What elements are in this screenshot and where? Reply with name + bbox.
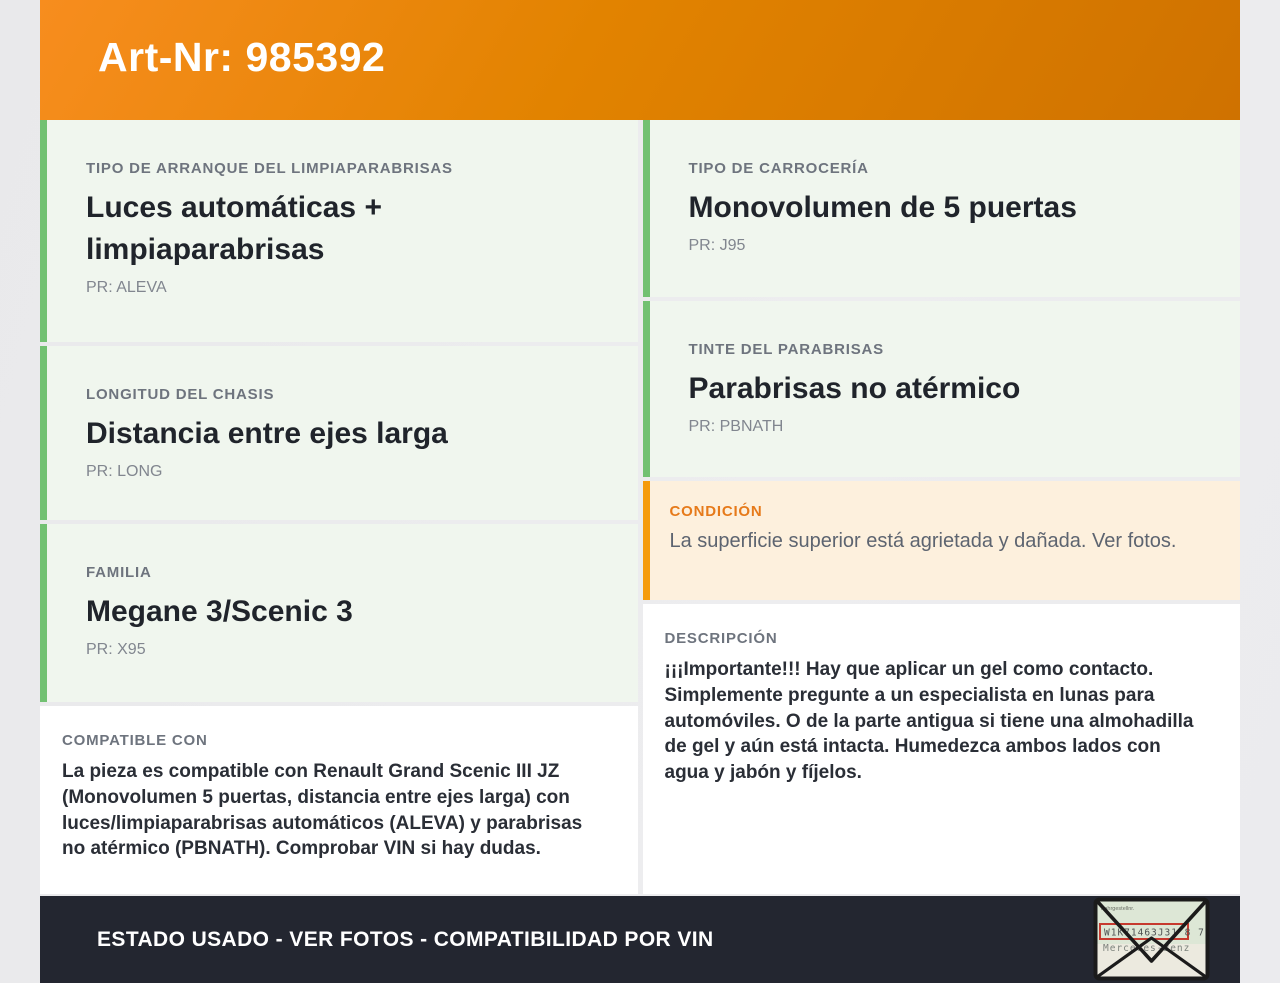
header-banner: Art-Nr: 985392 <box>40 0 1240 120</box>
attribute-card-chassis-length: LONGITUD DEL CHASIS Distancia entre ejes… <box>40 346 638 520</box>
description-label: DESCRIPCIÓN <box>664 630 778 647</box>
footer-slogan: ESTADO USADO - VER FOTOS - COMPATIBILIDA… <box>97 927 714 951</box>
attribute-value: Distancia entre ejes larga <box>86 417 448 450</box>
compatible-label: COMPATIBLE CON <box>62 732 208 749</box>
footer-bar: ESTADO USADO - VER FOTOS - COMPATIBILIDA… <box>40 896 1240 983</box>
attribute-value: Megane 3/Scenic 3 <box>86 595 353 628</box>
attribute-card-family: FAMILIA Megane 3/Scenic 3 PR: X95 <box>40 524 638 702</box>
attribute-label: TIPO DE ARRANQUE DEL LIMPIAPARABRISAS <box>86 160 453 177</box>
right-column: TIPO DE CARROCERÍA Monovolumen de 5 puer… <box>642 120 1240 894</box>
description-card: DESCRIPCIÓN ¡¡¡Importante!!! Hay que apl… <box>642 604 1240 894</box>
attribute-pr-code: PR: ALEVA <box>86 279 167 296</box>
attribute-pr-code: PR: PBNATH <box>688 418 784 435</box>
listing-page: Art-Nr: 985392 TIPO DE ARRANQUE DEL LIMP… <box>0 0 1280 983</box>
attribute-label: LONGITUD DEL CHASIS <box>86 386 275 403</box>
attribute-card-wiper-start-type: TIPO DE ARRANQUE DEL LIMPIAPARABRISAS Lu… <box>40 120 638 342</box>
svg-text:W1K71463J31 8 7: W1K71463J31 8 7 <box>1104 928 1205 939</box>
attribute-card-windshield-tint: TINTE DEL PARABRISAS Parabrisas no atérm… <box>642 301 1240 477</box>
article-number-title: Art-Nr: 985392 <box>98 33 386 80</box>
condition-card: CONDICIÓN La superficie superior está ag… <box>642 481 1240 600</box>
card-grid: TIPO DE ARRANQUE DEL LIMPIAPARABRISAS Lu… <box>40 120 1240 894</box>
attribute-pr-code: PR: LONG <box>86 463 163 480</box>
compatible-card: COMPATIBLE CON La pieza es compatible co… <box>40 706 638 894</box>
attribute-label: FAMILIA <box>86 564 152 581</box>
attribute-card-body-type: TIPO DE CARROCERÍA Monovolumen de 5 puer… <box>642 120 1240 297</box>
attribute-label: TINTE DEL PARABRISAS <box>688 341 884 358</box>
attribute-pr-code: PR: X95 <box>86 641 146 658</box>
attribute-pr-code: PR: J95 <box>688 237 746 254</box>
description-text: ¡¡¡Importante!!! Hay que aplicar un gel … <box>664 659 1194 784</box>
left-column: TIPO DE ARRANQUE DEL LIMPIAPARABRISAS Lu… <box>40 120 638 894</box>
attribute-value: Monovolumen de 5 puertas <box>688 191 1077 224</box>
svg-text:Mercedes-Benz: Mercedes-Benz <box>1103 943 1190 954</box>
attribute-value: Luces automáticas + limpiaparabrisas <box>86 191 382 266</box>
compatible-text: La pieza es compatible con Renault Grand… <box>62 761 583 860</box>
content-container: Art-Nr: 985392 TIPO DE ARRANQUE DEL LIMP… <box>40 0 1240 983</box>
attribute-label: TIPO DE CARROCERÍA <box>688 160 869 177</box>
condition-text: La superficie superior está agrietada y … <box>669 530 1177 552</box>
condition-label: CONDICIÓN <box>669 503 763 520</box>
vin-document-envelope-icon: Fahrgestellnr. W1K71463J31 8 7 Mercedes-… <box>1093 897 1210 981</box>
attribute-value: Parabrisas no atérmico <box>688 372 1021 405</box>
